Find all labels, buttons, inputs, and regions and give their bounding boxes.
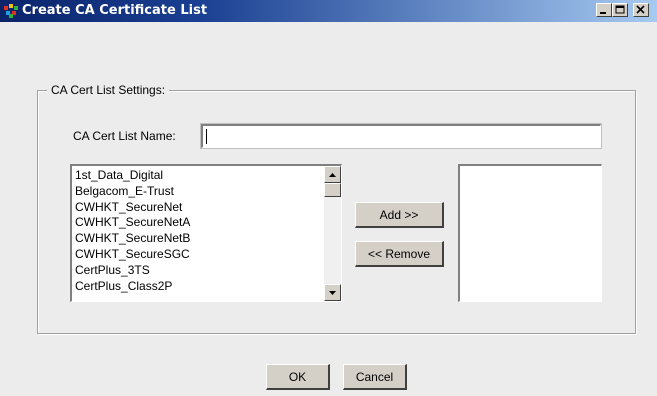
list-item[interactable]: CertPlus_3TS [75,263,317,279]
list-item[interactable]: 1st_Data_Digital [75,168,317,184]
text-cursor [206,129,207,144]
list-item[interactable]: CWHKT_SecureNet [75,200,317,216]
selected-certs-listbox[interactable] [458,164,602,302]
cancel-button-label: Cancel [355,369,394,384]
remove-button[interactable]: << Remove [355,241,444,267]
cert-list-name-input[interactable] [200,123,602,149]
settings-group-label: CA Cert List Settings: [47,83,170,97]
scroll-down-icon[interactable] [324,284,341,301]
add-button[interactable]: Add >> [355,202,444,228]
cert-list-name-label: CA Cert List Name: [73,129,176,143]
ok-button[interactable]: OK [266,364,330,390]
vertical-scrollbar[interactable] [324,166,341,301]
title-bar[interactable]: Create CA Certificate List [0,0,657,22]
minimize-icon[interactable] [596,3,612,17]
scroll-up-icon[interactable] [324,166,341,183]
scrollbar-thumb[interactable] [324,183,341,197]
available-certs-items: 1st_Data_Digital Belgacom_E-Trust CWHKT_… [75,168,317,294]
close-icon[interactable] [633,3,649,17]
maximize-icon[interactable] [612,3,628,17]
list-item[interactable]: Belgacom_E-Trust [75,184,317,200]
ok-button-label: OK [288,369,307,384]
list-item[interactable]: CWHKT_SecureNetA [75,215,317,231]
remove-button-label: << Remove [367,246,431,261]
available-certs-listbox[interactable]: 1st_Data_Digital Belgacom_E-Trust CWHKT_… [70,164,342,302]
list-item[interactable]: CWHKT_SecureSGC [75,247,317,263]
window-title: Create CA Certificate List [22,3,208,18]
list-item[interactable]: CWHKT_SecureNetB [75,231,317,247]
add-button-label: Add >> [379,207,419,222]
cancel-button[interactable]: Cancel [343,364,407,390]
list-item[interactable]: CertPlus_Class2P [75,279,317,295]
app-logo-icon[interactable] [4,4,18,18]
